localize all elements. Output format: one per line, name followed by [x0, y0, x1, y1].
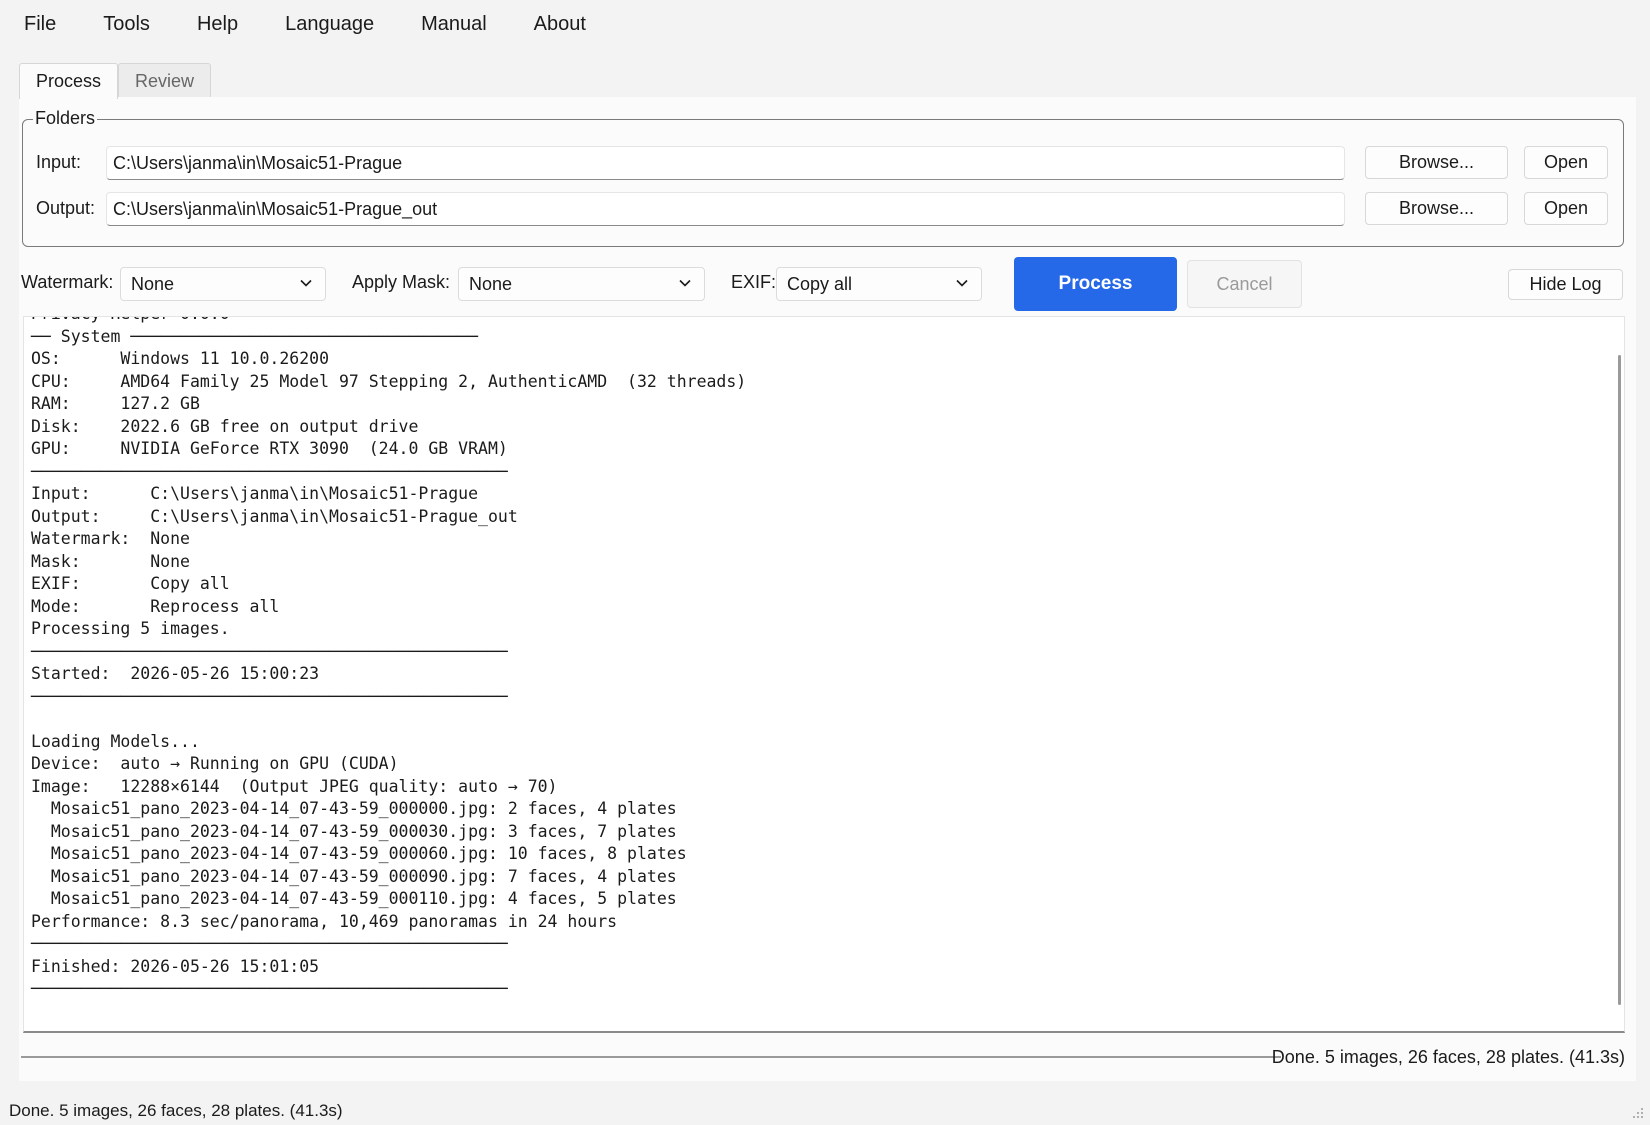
- log-line: Mask: None: [31, 551, 190, 571]
- tab-bar: Process Review: [19, 63, 212, 99]
- cancel-button[interactable]: Cancel: [1187, 260, 1302, 308]
- log-content: Privacy Helper 0.0.0── System ──────────…: [24, 317, 1604, 1031]
- tab-review[interactable]: Review: [118, 63, 212, 98]
- log-line: ────────────────────────────────────────…: [31, 686, 508, 706]
- output-browse-button[interactable]: Browse...: [1365, 192, 1508, 225]
- log-line: Input: C:\Users\janma\in\Mosaic51-Prague: [31, 484, 479, 503]
- log-line: Watermark: None: [31, 529, 190, 548]
- log-line: Finished: 2026-05-26 15:01:05: [31, 956, 320, 976]
- output-open-button[interactable]: Open: [1524, 192, 1608, 225]
- apply-mask-label: Apply Mask:: [352, 272, 451, 292]
- input-label: Input:: [36, 152, 82, 172]
- resize-grip-icon[interactable]: [1632, 1107, 1644, 1119]
- menu-file[interactable]: File: [24, 13, 56, 36]
- output-row: Output: C:\Users\janma\in\Mosaic51-Pragu…: [23, 192, 1623, 228]
- log-line: ────────────────────────────────────────…: [31, 934, 508, 953]
- exif-select-value: Copy all: [787, 273, 853, 294]
- menu-tools[interactable]: Tools: [103, 13, 150, 36]
- log-line: ── System ──────────────────────────────…: [31, 326, 479, 346]
- chevron-down-icon: [956, 279, 968, 287]
- log-line: Processing 5 images.: [31, 619, 230, 638]
- folders-group: Folders Input: C:\Users\janma\in\Mosaic5…: [22, 108, 1624, 247]
- log-line: Started: 2026-05-26 15:00:23: [31, 664, 320, 683]
- log-line: Image: 12288×6144 (Output JPEG quality: …: [31, 776, 558, 796]
- tab-process[interactable]: Process: [19, 63, 119, 99]
- log-line: RAM: 127.2 GB: [31, 394, 200, 413]
- output-folder-field[interactable]: C:\Users\janma\in\Mosaic51-Prague_out: [106, 192, 1345, 226]
- progress-bar: [21, 1056, 1281, 1058]
- log-line: Loading Models...: [31, 731, 200, 751]
- log-line: Mode: Reprocess all: [31, 596, 280, 616]
- progress-status-text: Done. 5 images, 26 faces, 28 plates. (41…: [1271, 1047, 1625, 1067]
- log-line: ────────────────────────────────────────…: [31, 979, 508, 998]
- input-browse-button[interactable]: Browse...: [1365, 146, 1508, 179]
- log-line: GPU: NVIDIA GeForce RTX 3090 (24.0 GB VR…: [31, 439, 508, 458]
- log-line: Performance: 8.3 sec/panorama, 10,469 pa…: [31, 911, 618, 931]
- process-button[interactable]: Process: [1014, 257, 1177, 311]
- input-open-button[interactable]: Open: [1524, 146, 1608, 179]
- watermark-label: Watermark:: [21, 272, 114, 292]
- status-bar-text: Done. 5 images, 26 faces, 28 plates. (41…: [9, 1101, 343, 1120]
- log-line: Privacy Helper 0.0.0: [24, 317, 1604, 326]
- apply-mask-select-value: None: [469, 273, 513, 294]
- log-line: ────────────────────────────────────────…: [31, 641, 508, 661]
- input-folder-field[interactable]: C:\Users\janma\in\Mosaic51-Prague: [106, 146, 1345, 180]
- watermark-select-value: None: [131, 273, 175, 294]
- log-line: Mosaic51_pano_2023-04-14_07-43-59_000000…: [31, 799, 677, 818]
- log-line: Mosaic51_pano_2023-04-14_07-43-59_000110…: [31, 889, 677, 908]
- chevron-down-icon: [679, 279, 691, 287]
- hide-log-button[interactable]: Hide Log: [1508, 269, 1623, 300]
- apply-mask-select[interactable]: None: [458, 267, 705, 301]
- log-line: Disk: 2022.6 GB free on output drive: [31, 416, 419, 436]
- log-line: Mosaic51_pano_2023-04-14_07-43-59_000030…: [31, 821, 677, 841]
- log-line: ────────────────────────────────────────…: [31, 461, 508, 481]
- watermark-select[interactable]: None: [120, 267, 326, 301]
- folders-legend: Folders: [33, 108, 98, 129]
- input-row: Input: C:\Users\janma\in\Mosaic51-Prague…: [23, 146, 1623, 182]
- log-line: OS: Windows 11 10.0.26200: [31, 349, 330, 368]
- exif-select[interactable]: Copy all: [776, 267, 982, 301]
- log-scrollbar[interactable]: [1618, 355, 1621, 1005]
- menu-manual[interactable]: Manual: [421, 13, 487, 36]
- chevron-down-icon: [300, 279, 312, 287]
- menu-bar: File Tools Help Language Manual About: [0, 0, 1650, 48]
- log-line: Mosaic51_pano_2023-04-14_07-43-59_000060…: [31, 844, 687, 863]
- menu-language[interactable]: Language: [285, 13, 374, 36]
- menu-help[interactable]: Help: [197, 13, 238, 36]
- log-line: EXIF: Copy all: [31, 574, 230, 593]
- log-line: Mosaic51_pano_2023-04-14_07-43-59_000090…: [31, 866, 677, 886]
- exif-label: EXIF:: [731, 272, 777, 292]
- output-label: Output:: [36, 198, 96, 218]
- menu-about[interactable]: About: [534, 13, 586, 36]
- log-line: Device: auto → Running on GPU (CUDA): [31, 754, 399, 773]
- log-output[interactable]: Privacy Helper 0.0.0── System ──────────…: [23, 316, 1625, 1033]
- log-line: CPU: AMD64 Family 25 Model 97 Stepping 2…: [31, 371, 747, 391]
- log-line: Output: C:\Users\janma\in\Mosaic51-Pragu…: [31, 506, 518, 526]
